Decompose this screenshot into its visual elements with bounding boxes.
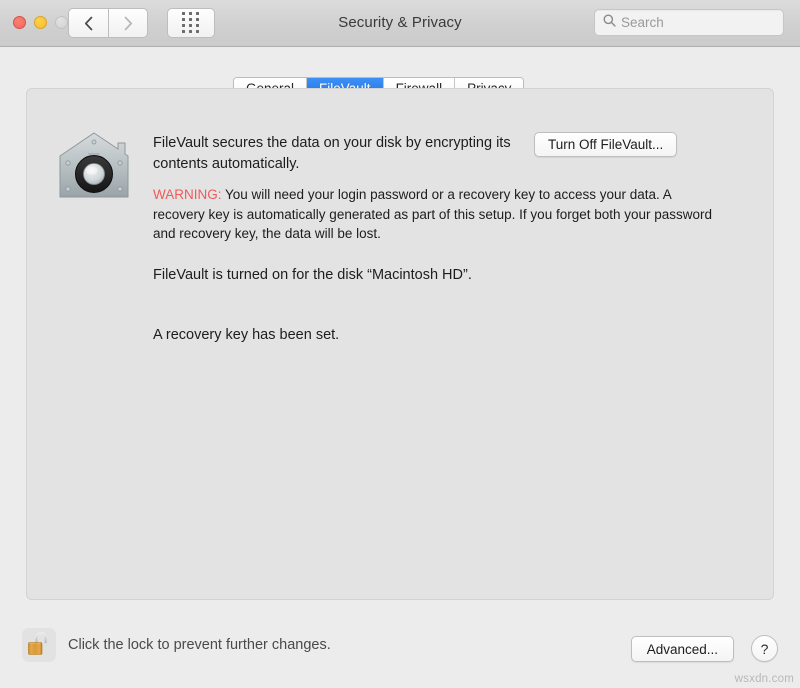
search-icon [603, 14, 616, 32]
security-privacy-window: Security & Privacy General FileVault Fir… [0, 0, 800, 688]
warning-label: WARNING: [153, 187, 222, 202]
warning-body: You will need your login password or a r… [153, 187, 713, 241]
filevault-icon [56, 129, 132, 205]
filevault-warning: WARNING: You will need your login passwo… [153, 185, 713, 244]
turn-off-filevault-button[interactable]: Turn Off FileVault... [534, 132, 678, 157]
search-input[interactable] [621, 15, 771, 30]
watermark: wsxdn.com [734, 673, 794, 685]
lock-hint-text: Click the lock to prevent further change… [68, 637, 331, 653]
filevault-panel: FileVault secures the data on your disk … [26, 88, 774, 600]
help-button[interactable]: ? [751, 635, 778, 662]
filevault-status-disk: FileVault is turned on for the disk “Mac… [153, 267, 472, 283]
unlocked-padlock-icon[interactable] [22, 628, 56, 662]
titlebar: Security & Privacy [0, 0, 800, 47]
lock-area[interactable]: Click the lock to prevent further change… [22, 628, 331, 662]
advanced-button[interactable]: Advanced... [630, 636, 734, 662]
search-field[interactable] [594, 9, 784, 36]
filevault-status-recovery-key: A recovery key has been set. [153, 327, 340, 343]
filevault-description: FileVault secures the data on your disk … [153, 135, 511, 172]
